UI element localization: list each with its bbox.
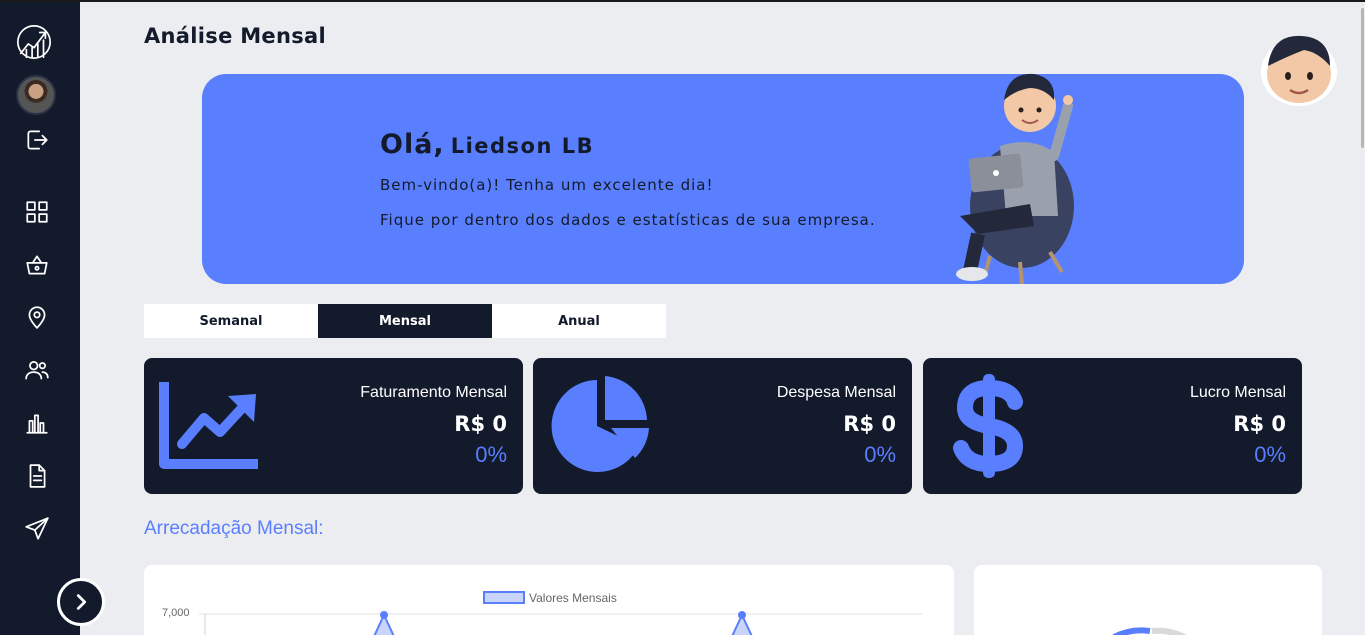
character-illustration	[956, 73, 1074, 285]
card-label: Faturamento Mensal	[360, 384, 507, 401]
card-percent: 0%	[864, 442, 896, 467]
chevron-right-icon	[76, 594, 87, 610]
section-title: Arrecadação Mensal:	[144, 518, 324, 539]
tab-semanal[interactable]: Semanal	[144, 304, 318, 338]
expense-card: Despesa Mensal R$ 0 0%	[533, 358, 912, 494]
sidebar	[0, 2, 105, 635]
users-icon[interactable]	[20, 353, 54, 387]
send-icon[interactable]	[20, 512, 54, 546]
page-title: Análise Mensal	[144, 24, 326, 48]
revenue-card: Faturamento Mensal R$ 0 0%	[144, 358, 523, 494]
card-value: R$ 0	[454, 412, 507, 436]
chart-plot	[199, 611, 922, 635]
donut-chart-panel	[974, 565, 1322, 635]
map-pin-icon[interactable]	[20, 300, 54, 334]
profit-card: Lucro Mensal R$ 0 0%	[923, 358, 1302, 494]
document-icon[interactable]	[20, 459, 54, 493]
grid-icon[interactable]	[20, 195, 54, 229]
data-point	[738, 611, 746, 619]
tab-mensal[interactable]: Mensal	[318, 304, 492, 338]
card-percent: 0%	[475, 442, 507, 467]
data-point	[380, 611, 388, 619]
welcome-banner: Olá, Liedson LB Bem-vindo(a)! Tenha um ex…	[202, 73, 1244, 285]
tab-anual[interactable]: Anual	[492, 304, 666, 338]
card-percent: 0%	[1254, 442, 1286, 467]
logout-icon[interactable]	[20, 123, 54, 157]
user-name: Liedson LB	[450, 134, 595, 158]
scrollbar-thumb[interactable]	[1361, 8, 1364, 148]
card-value: R$ 0	[843, 412, 896, 436]
user-avatar[interactable]	[16, 75, 56, 115]
chart-logo-icon[interactable]	[14, 22, 54, 62]
period-tabs: Semanal Mensal Anual	[144, 304, 666, 338]
pie-chart-icon	[551, 376, 649, 472]
bar-chart-icon[interactable]	[20, 406, 54, 440]
dollar-icon	[953, 374, 1024, 478]
card-value: R$ 0	[1233, 412, 1286, 436]
monthly-chart-panel: Valores Mensais 7,000	[144, 565, 954, 635]
greeting: Olá, Liedson LB	[380, 129, 594, 160]
profile-avatar[interactable]	[1258, 28, 1340, 108]
trending-up-icon	[159, 382, 258, 469]
card-label: Lucro Mensal	[1189, 384, 1286, 401]
donut-chart	[1112, 627, 1187, 635]
page-scrollbar[interactable]	[1361, 2, 1365, 635]
sidebar-expand-button[interactable]	[57, 578, 105, 626]
greeting-text: Olá,	[380, 129, 445, 160]
basket-icon[interactable]	[20, 248, 54, 282]
welcome-message: Bem-vindo(a)! Tenha um excelente dia!	[380, 176, 714, 194]
card-label: Despesa Mensal	[776, 384, 896, 401]
banner-subtitle: Fique por dentro dos dados e estatística…	[380, 211, 876, 229]
